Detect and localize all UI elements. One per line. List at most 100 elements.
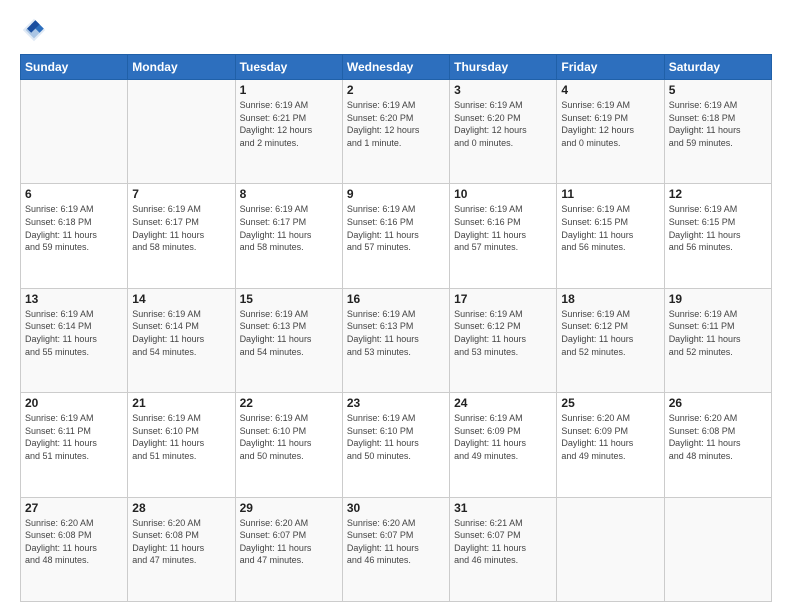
day-number: 16 [347,292,445,306]
day-info: Sunrise: 6:19 AM Sunset: 6:16 PM Dayligh… [454,203,552,253]
day-header-sunday: Sunday [21,55,128,80]
calendar-cell [664,497,771,601]
calendar-cell: 12 Sunrise: 6:19 AM Sunset: 6:15 PM Dayli… [664,184,771,288]
calendar-cell: 10 Sunrise: 6:19 AM Sunset: 6:16 PM Dayli… [450,184,557,288]
day-number: 21 [132,396,230,410]
day-info: Sunrise: 6:20 AM Sunset: 6:07 PM Dayligh… [347,517,445,567]
day-header-thursday: Thursday [450,55,557,80]
day-info: Sunrise: 6:21 AM Sunset: 6:07 PM Dayligh… [454,517,552,567]
day-number: 18 [561,292,659,306]
day-number: 9 [347,187,445,201]
day-number: 2 [347,83,445,97]
calendar-cell: 21 Sunrise: 6:19 AM Sunset: 6:10 PM Dayli… [128,393,235,497]
day-info: Sunrise: 6:19 AM Sunset: 6:21 PM Dayligh… [240,99,338,149]
day-number: 14 [132,292,230,306]
day-info: Sunrise: 6:19 AM Sunset: 6:11 PM Dayligh… [669,308,767,358]
day-info: Sunrise: 6:19 AM Sunset: 6:14 PM Dayligh… [25,308,123,358]
day-info: Sunrise: 6:19 AM Sunset: 6:18 PM Dayligh… [669,99,767,149]
calendar-cell: 15 Sunrise: 6:19 AM Sunset: 6:13 PM Dayli… [235,288,342,392]
page: SundayMondayTuesdayWednesdayThursdayFrid… [0,0,792,612]
day-header-wednesday: Wednesday [342,55,449,80]
calendar-cell: 6 Sunrise: 6:19 AM Sunset: 6:18 PM Daylig… [21,184,128,288]
day-number: 3 [454,83,552,97]
calendar-cell: 23 Sunrise: 6:19 AM Sunset: 6:10 PM Dayli… [342,393,449,497]
calendar-cell: 26Sunrise: 6:20 AM Sunset: 6:08 PM Dayli… [664,393,771,497]
day-info: Sunrise: 6:19 AM Sunset: 6:14 PM Dayligh… [132,308,230,358]
day-info: Sunrise: 6:20 AM Sunset: 6:08 PM Dayligh… [132,517,230,567]
calendar-cell: 31 Sunrise: 6:21 AM Sunset: 6:07 PM Dayli… [450,497,557,601]
day-number: 7 [132,187,230,201]
calendar-cell: 17Sunrise: 6:19 AM Sunset: 6:12 PM Dayli… [450,288,557,392]
calendar-cell: 24Sunrise: 6:19 AM Sunset: 6:09 PM Dayli… [450,393,557,497]
day-number: 17 [454,292,552,306]
day-number: 29 [240,501,338,515]
day-header-saturday: Saturday [664,55,771,80]
day-number: 30 [347,501,445,515]
calendar-cell: 18 Sunrise: 6:19 AM Sunset: 6:12 PM Dayli… [557,288,664,392]
calendar-cell: 20Sunrise: 6:19 AM Sunset: 6:11 PM Dayli… [21,393,128,497]
logo [20,16,52,44]
day-info: Sunrise: 6:19 AM Sunset: 6:09 PM Dayligh… [454,412,552,462]
calendar-cell: 9 Sunrise: 6:19 AM Sunset: 6:16 PM Daylig… [342,184,449,288]
day-number: 1 [240,83,338,97]
calendar-cell: 4 Sunrise: 6:19 AM Sunset: 6:19 PM Daylig… [557,80,664,184]
day-number: 10 [454,187,552,201]
day-info: Sunrise: 6:19 AM Sunset: 6:17 PM Dayligh… [240,203,338,253]
day-info: Sunrise: 6:19 AM Sunset: 6:18 PM Dayligh… [25,203,123,253]
day-number: 23 [347,396,445,410]
day-header-friday: Friday [557,55,664,80]
calendar-cell: 29Sunrise: 6:20 AM Sunset: 6:07 PM Dayli… [235,497,342,601]
calendar-cell: 14 Sunrise: 6:19 AM Sunset: 6:14 PM Dayli… [128,288,235,392]
day-number: 22 [240,396,338,410]
day-number: 26 [669,396,767,410]
day-number: 27 [25,501,123,515]
day-info: Sunrise: 6:19 AM Sunset: 6:20 PM Dayligh… [347,99,445,149]
day-info: Sunrise: 6:19 AM Sunset: 6:15 PM Dayligh… [561,203,659,253]
day-number: 31 [454,501,552,515]
calendar-cell: 13 Sunrise: 6:19 AM Sunset: 6:14 PM Dayli… [21,288,128,392]
day-number: 15 [240,292,338,306]
day-header-tuesday: Tuesday [235,55,342,80]
day-header-monday: Monday [128,55,235,80]
day-number: 12 [669,187,767,201]
day-info: Sunrise: 6:19 AM Sunset: 6:16 PM Dayligh… [347,203,445,253]
day-number: 25 [561,396,659,410]
day-number: 13 [25,292,123,306]
calendar-cell: 3 Sunrise: 6:19 AM Sunset: 6:20 PM Daylig… [450,80,557,184]
calendar-cell: 30 Sunrise: 6:20 AM Sunset: 6:07 PM Dayli… [342,497,449,601]
calendar-cell: 25 Sunrise: 6:20 AM Sunset: 6:09 PM Dayli… [557,393,664,497]
day-info: Sunrise: 6:20 AM Sunset: 6:08 PM Dayligh… [25,517,123,567]
calendar-cell: 11 Sunrise: 6:19 AM Sunset: 6:15 PM Dayli… [557,184,664,288]
day-number: 11 [561,187,659,201]
calendar-cell: 19Sunrise: 6:19 AM Sunset: 6:11 PM Dayli… [664,288,771,392]
day-info: Sunrise: 6:19 AM Sunset: 6:20 PM Dayligh… [454,99,552,149]
calendar-cell: 28 Sunrise: 6:20 AM Sunset: 6:08 PM Dayli… [128,497,235,601]
calendar-cell: 8 Sunrise: 6:19 AM Sunset: 6:17 PM Daylig… [235,184,342,288]
day-info: Sunrise: 6:19 AM Sunset: 6:15 PM Dayligh… [669,203,767,253]
day-info: Sunrise: 6:19 AM Sunset: 6:19 PM Dayligh… [561,99,659,149]
day-info: Sunrise: 6:19 AM Sunset: 6:13 PM Dayligh… [347,308,445,358]
calendar-cell: 22Sunrise: 6:19 AM Sunset: 6:10 PM Dayli… [235,393,342,497]
calendar-cell: 16 Sunrise: 6:19 AM Sunset: 6:13 PM Dayli… [342,288,449,392]
day-info: Sunrise: 6:19 AM Sunset: 6:12 PM Dayligh… [561,308,659,358]
day-number: 8 [240,187,338,201]
day-number: 4 [561,83,659,97]
day-info: Sunrise: 6:19 AM Sunset: 6:11 PM Dayligh… [25,412,123,462]
day-info: Sunrise: 6:19 AM Sunset: 6:17 PM Dayligh… [132,203,230,253]
calendar-cell: 5Sunrise: 6:19 AM Sunset: 6:18 PM Daylig… [664,80,771,184]
day-info: Sunrise: 6:19 AM Sunset: 6:10 PM Dayligh… [347,412,445,462]
day-info: Sunrise: 6:19 AM Sunset: 6:10 PM Dayligh… [132,412,230,462]
day-number: 28 [132,501,230,515]
calendar-cell: 7 Sunrise: 6:19 AM Sunset: 6:17 PM Daylig… [128,184,235,288]
day-number: 6 [25,187,123,201]
calendar-cell: 1 Sunrise: 6:19 AM Sunset: 6:21 PM Daylig… [235,80,342,184]
calendar-cell [557,497,664,601]
calendar-cell [21,80,128,184]
logo-icon [20,16,48,44]
calendar-cell: 27 Sunrise: 6:20 AM Sunset: 6:08 PM Dayli… [21,497,128,601]
day-info: Sunrise: 6:19 AM Sunset: 6:13 PM Dayligh… [240,308,338,358]
calendar-table: SundayMondayTuesdayWednesdayThursdayFrid… [20,54,772,602]
calendar-cell: 2 Sunrise: 6:19 AM Sunset: 6:20 PM Daylig… [342,80,449,184]
calendar-cell [128,80,235,184]
day-info: Sunrise: 6:20 AM Sunset: 6:09 PM Dayligh… [561,412,659,462]
